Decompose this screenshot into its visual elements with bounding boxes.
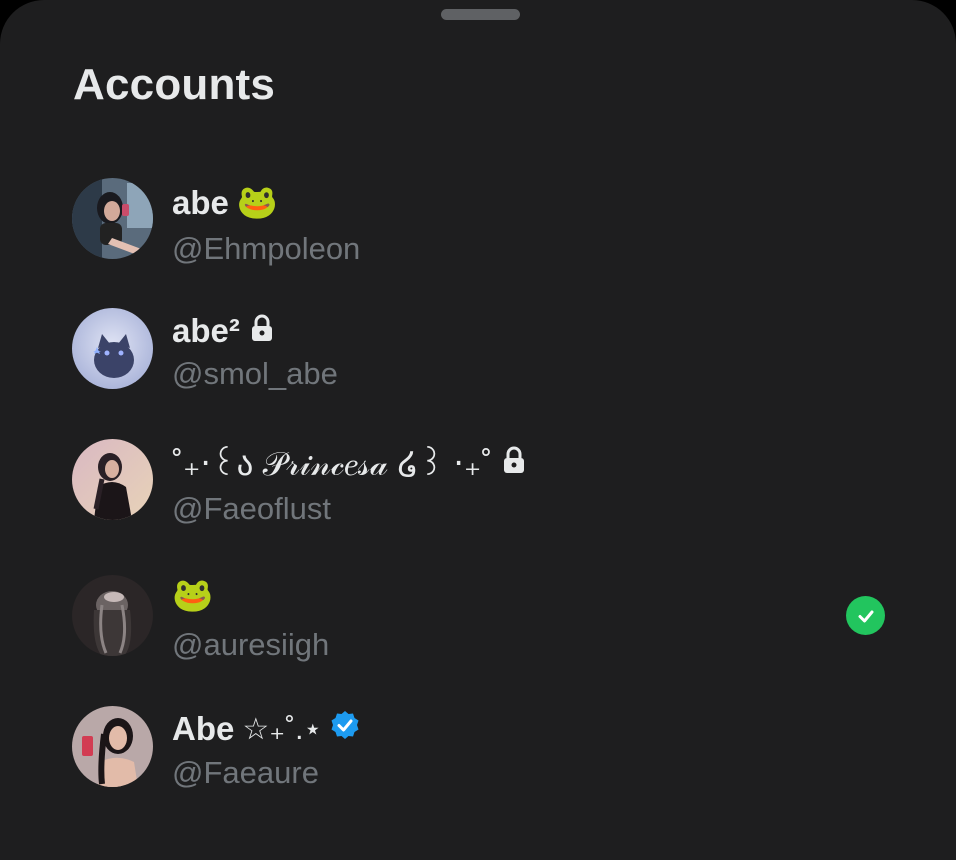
avatar	[72, 308, 153, 389]
sheet-title: Accounts	[73, 60, 276, 109]
account-display-name: ˚₊‧꒰ა 𝒫𝓇𝒾𝓃𝒸𝑒𝓈𝒶 ໒꒱ ‧₊˚	[172, 441, 526, 484]
account-row-ehmpoleon[interactable]: abe 🐸 @Ehmpoleon	[0, 165, 956, 275]
lock-icon	[502, 444, 526, 482]
avatar	[72, 575, 153, 656]
avatar	[72, 178, 153, 259]
account-handle: @Faeoflust	[172, 491, 331, 526]
avatar	[72, 706, 153, 787]
drag-handle[interactable]	[441, 9, 520, 20]
account-handle: @Faeaure	[172, 755, 319, 790]
check-circle-icon	[846, 596, 885, 635]
avatar	[72, 439, 153, 520]
frog-icon: 🐸	[236, 183, 278, 220]
account-row-auresiigh[interactable]: 🐸 @auresiigh	[0, 562, 956, 672]
sparkle-decoration: ☆₊˚.⋆	[242, 712, 323, 746]
account-row-faeaure[interactable]: Abe ☆₊˚.⋆ @Faeaure	[0, 692, 956, 802]
account-display-name: Abe ☆₊˚.⋆	[172, 710, 360, 748]
account-handle: @smol_abe	[172, 356, 338, 391]
account-handle: @Ehmpoleon	[172, 231, 361, 266]
frog-icon: 🐸	[172, 576, 214, 613]
account-display-name: abe 🐸	[172, 183, 278, 221]
lock-icon	[250, 312, 274, 350]
account-row-faeoflust[interactable]: ˚₊‧꒰ა 𝒫𝓇𝒾𝓃𝒸𝑒𝓈𝒶 ໒꒱ ‧₊˚ @Faeoflust	[0, 425, 956, 535]
verified-badge-icon	[330, 710, 360, 748]
account-display-name: 🐸	[172, 576, 213, 615]
account-handle: @auresiigh	[172, 627, 330, 662]
accounts-sheet: Accounts abe 🐸 @Ehmpoleon abe² @smol_abe…	[0, 0, 956, 860]
account-row-smol-abe[interactable]: abe² @smol_abe	[0, 294, 956, 404]
account-display-name: abe²	[172, 312, 274, 350]
